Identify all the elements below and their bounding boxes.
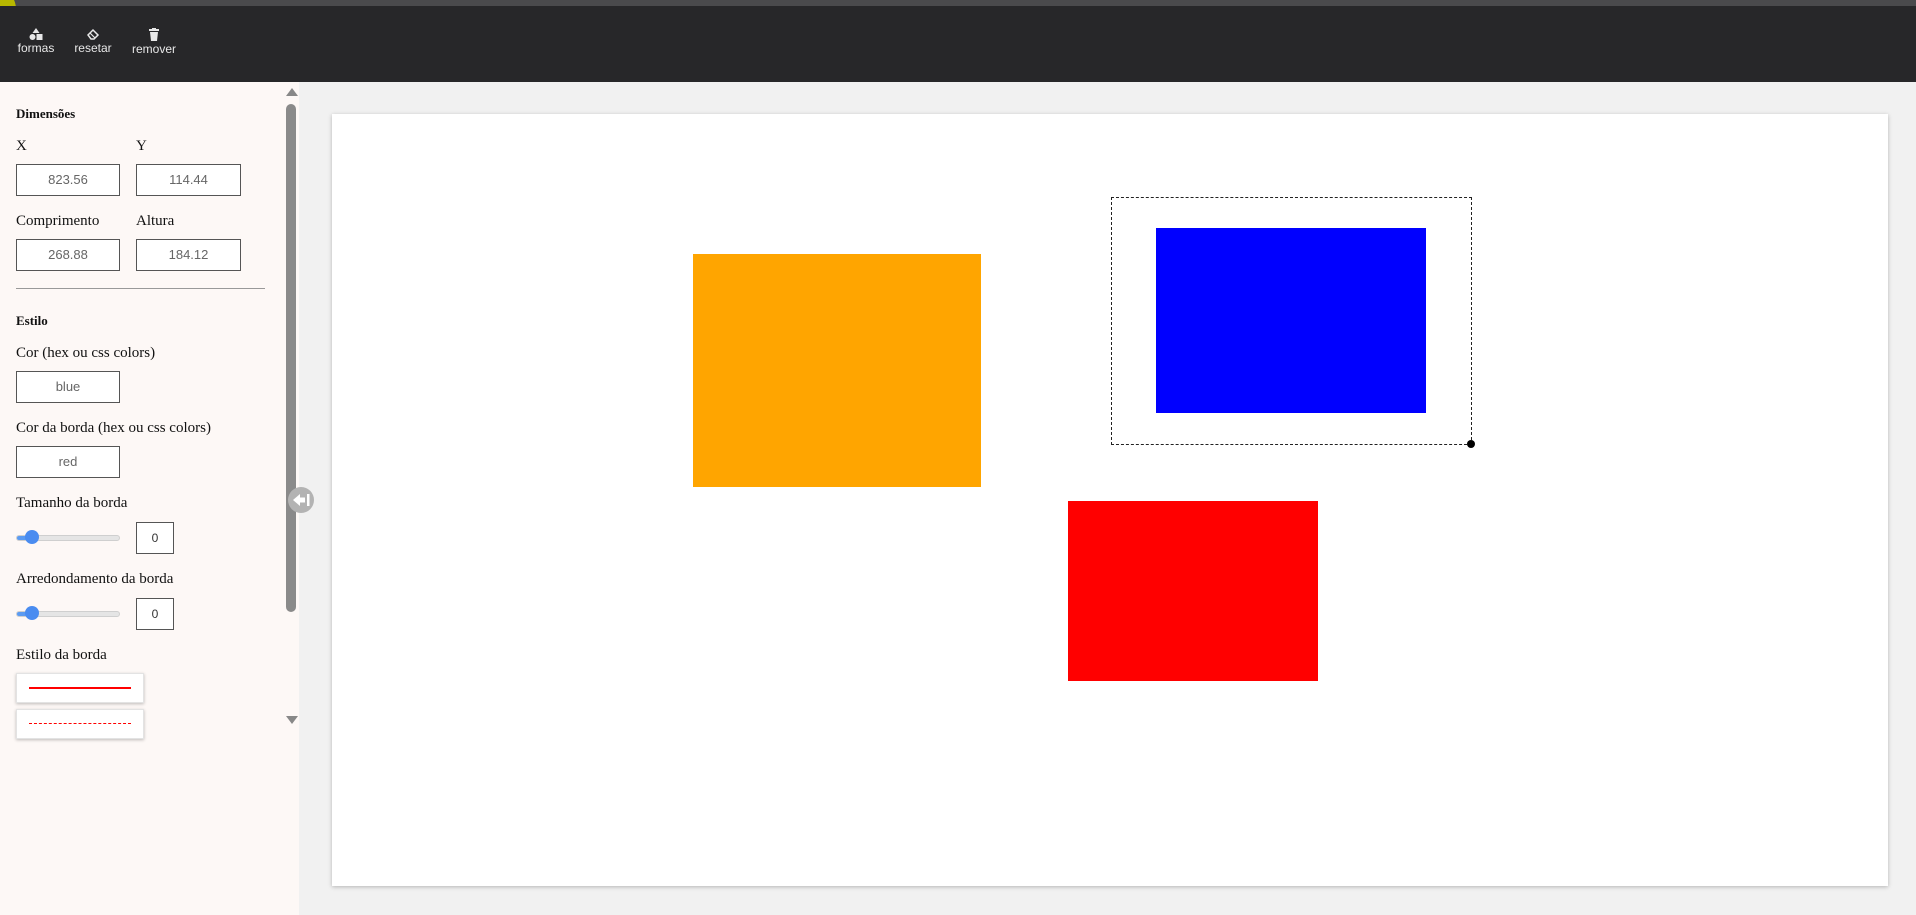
collapse-sidebar-icon [293, 494, 310, 506]
y-label: Y [136, 138, 147, 154]
selection-box [1111, 197, 1475, 448]
dashed-border-preview [29, 723, 131, 724]
style-title: Estilo [16, 313, 48, 328]
dimensions-title: Dimensões [16, 106, 76, 121]
x-input[interactable]: 823.56 [16, 164, 120, 196]
height-label: Altura [136, 213, 175, 229]
formas-button[interactable]: formas [15, 28, 57, 55]
remover-button[interactable]: remover [129, 28, 179, 56]
resize-handle[interactable] [1467, 440, 1475, 448]
collapse-sidebar-button[interactable] [288, 487, 314, 513]
shape-blue-rect[interactable] [1156, 228, 1426, 413]
trash-icon [149, 28, 159, 41]
shape-red-rect[interactable] [1068, 501, 1318, 681]
color-input[interactable]: blue [16, 371, 120, 403]
border-style-label: Estilo da borda [16, 647, 107, 663]
border-radius-slider-thumb[interactable] [25, 606, 39, 620]
scroll-down-arrow-icon[interactable] [286, 716, 298, 724]
border-style-dashed-option[interactable] [16, 709, 144, 739]
y-input[interactable]: 114.44 [136, 164, 241, 196]
color-label: Cor (hex ou css colors) [16, 345, 156, 361]
resetar-label: resetar [74, 41, 112, 55]
border-size-slider-thumb[interactable] [25, 530, 39, 544]
border-size-slider[interactable] [16, 530, 120, 544]
properties-sidebar: Dimensões X 823.56 Y 114.44 Comprimento … [0, 82, 299, 915]
border-size-input[interactable]: 0 [136, 522, 174, 554]
toolbar: formas resetar remover [0, 6, 1916, 82]
section-divider [16, 288, 265, 289]
width-input[interactable]: 268.88 [16, 239, 120, 271]
sidebar-scrollbar[interactable] [283, 82, 299, 732]
border-style-solid-option[interactable] [16, 673, 144, 703]
drawing-canvas[interactable] [332, 114, 1888, 886]
eraser-icon [87, 28, 100, 40]
x-label: X [16, 138, 27, 154]
border-radius-input[interactable]: 0 [136, 598, 174, 630]
border-size-label: Tamanho da borda [16, 495, 128, 511]
border-radius-label: Arredondamento da borda [16, 571, 174, 587]
scroll-up-arrow-icon[interactable] [286, 88, 298, 96]
width-label: Comprimento [16, 213, 100, 229]
shapes-icon [29, 28, 43, 40]
scrollbar-thumb[interactable] [286, 104, 296, 612]
remover-label: remover [131, 42, 176, 56]
border-color-label: Cor da borda (hex ou css colors) [16, 420, 211, 436]
height-input[interactable]: 184.12 [136, 239, 241, 271]
solid-border-preview [29, 687, 131, 689]
border-color-input[interactable]: red [16, 446, 120, 478]
resetar-button[interactable]: resetar [71, 28, 115, 55]
shape-orange-rect[interactable] [693, 254, 981, 487]
formas-label: formas [17, 41, 55, 55]
border-radius-slider[interactable] [16, 606, 120, 620]
